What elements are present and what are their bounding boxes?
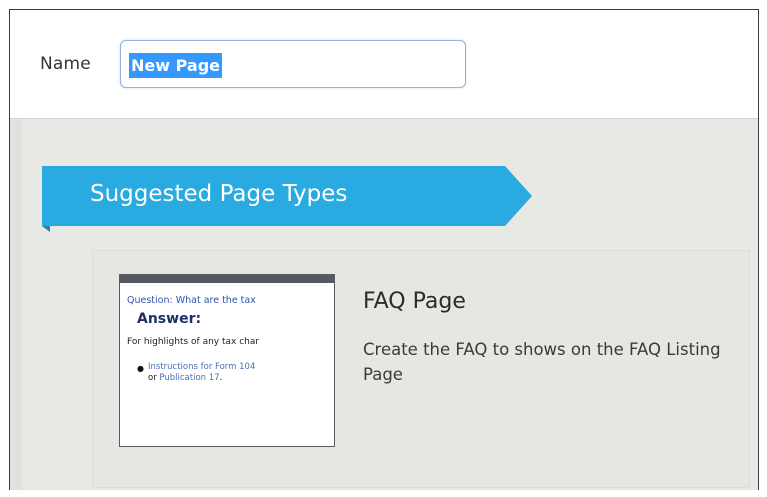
page-types-area: Suggested Page Types Question: What are … xyxy=(10,119,758,490)
name-input-value: New Page xyxy=(129,53,222,78)
section-ribbon: Suggested Page Types xyxy=(42,166,532,232)
page-type-card-faq[interactable]: Question: What are the tax Answer: For h… xyxy=(92,250,750,488)
thumbnail-link-publication: Publication 17 xyxy=(159,373,220,383)
thumbnail-top-bar xyxy=(120,275,334,283)
thumbnail-or-line: or Publication 17. xyxy=(148,373,222,383)
dialog-frame: Name New Page Suggested Page Types Quest… xyxy=(9,9,759,490)
thumbnail-or-text: or xyxy=(148,373,157,383)
name-input[interactable]: New Page xyxy=(120,40,466,88)
thumbnail-period: . xyxy=(219,373,223,383)
page-type-description: Create the FAQ to shows on the FAQ Listi… xyxy=(363,340,721,384)
name-bar: Name New Page xyxy=(10,10,758,119)
thumbnail-highlights: For highlights of any tax char xyxy=(127,337,260,347)
page-types-panel: Suggested Page Types Question: What are … xyxy=(22,119,758,490)
faq-page-thumbnail: Question: What are the tax Answer: For h… xyxy=(119,274,335,447)
bullet-icon: ● xyxy=(137,364,144,373)
thumbnail-answer: Answer: xyxy=(137,311,202,327)
thumbnail-question: Question: What are the tax xyxy=(127,295,256,306)
thumbnail-link-instructions: Instructions for Form 104 xyxy=(148,362,256,372)
name-label: Name xyxy=(40,54,91,74)
page-type-title: FAQ Page xyxy=(363,289,466,314)
section-title: Suggested Page Types xyxy=(90,181,348,207)
